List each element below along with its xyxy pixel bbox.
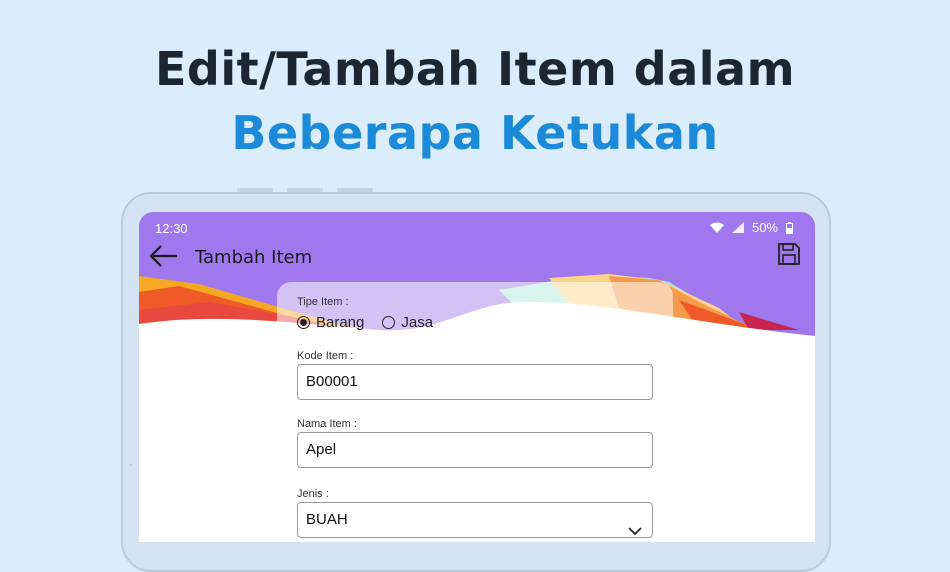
battery-percent: 50% (751, 220, 778, 235)
save-button[interactable] (777, 242, 803, 270)
battery-icon (786, 221, 793, 234)
tablet-sensor (130, 464, 132, 466)
radio-selected-icon (297, 316, 310, 329)
status-bar: 12:30 50% (139, 212, 815, 242)
tipe-item-label: Tipe Item : (297, 296, 349, 308)
radio-barang-label: Barang (316, 314, 365, 331)
radio-jasa[interactable]: Jasa (382, 314, 433, 331)
nama-item-label: Nama Item : (297, 418, 357, 430)
nama-item-input[interactable]: Apel (297, 432, 653, 468)
jenis-select[interactable]: BUAH (297, 502, 653, 538)
wifi-icon (709, 222, 724, 233)
radio-unselected-icon (382, 316, 396, 329)
signal-icon (731, 222, 744, 233)
jenis-label: Jenis : (297, 488, 329, 500)
arrow-left-icon (147, 245, 179, 274)
tipe-item-radio-group: Barang Jasa (297, 314, 433, 331)
kode-item-label: Kode Item : (297, 350, 354, 362)
radio-barang[interactable]: Barang (297, 314, 364, 331)
status-time: 12:30 (155, 221, 188, 236)
radio-jasa-label: Jasa (401, 314, 434, 331)
headline-line-2: Beberapa Ketukan (231, 106, 719, 160)
chevron-down-icon (628, 515, 642, 542)
app-screen: 12:30 50% Tambah Item Tipe Item: Barang… (139, 212, 815, 542)
headline-line-1: Edit/Tambah Item dalam (154, 42, 796, 96)
kode-item-input[interactable]: B00001 (297, 364, 653, 400)
app-bar: Tambah Item (139, 242, 815, 278)
page-title: Tambah Item (195, 247, 313, 268)
back-button[interactable] (147, 242, 179, 272)
jenis-selected-value: BUAH (306, 511, 348, 528)
floppy-disk-icon (777, 243, 801, 270)
